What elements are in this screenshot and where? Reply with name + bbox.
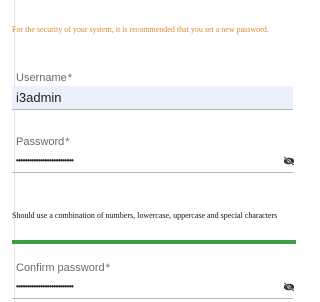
security-notice: For the security of your system, it is r…	[12, 25, 269, 34]
password-underline	[12, 172, 293, 173]
confirm-password-underline	[12, 298, 293, 299]
username-value: i3admin	[16, 90, 62, 105]
username-label: Username*	[16, 72, 72, 84]
confirm-password-label-text: Confirm password	[16, 262, 105, 274]
eye-off-icon[interactable]	[283, 156, 295, 166]
required-mark: *	[65, 136, 70, 148]
password-label-text: Password	[16, 136, 65, 148]
required-mark: *	[67, 72, 73, 84]
password-label: Password*	[16, 136, 70, 148]
eye-off-icon[interactable]	[283, 282, 295, 292]
password-strength-bar	[12, 240, 296, 244]
required-mark: *	[105, 262, 110, 274]
confirm-password-input[interactable]: ••••••••••••••••••••••••••	[16, 282, 74, 291]
password-input[interactable]: ••••••••••••••••••••••••••	[16, 156, 74, 165]
confirm-password-label: Confirm password*	[16, 262, 110, 274]
username-label-text: Username	[16, 72, 67, 84]
password-hint: Should use a combination of numbers, low…	[12, 211, 278, 220]
set-password-panel	[14, 0, 296, 302]
